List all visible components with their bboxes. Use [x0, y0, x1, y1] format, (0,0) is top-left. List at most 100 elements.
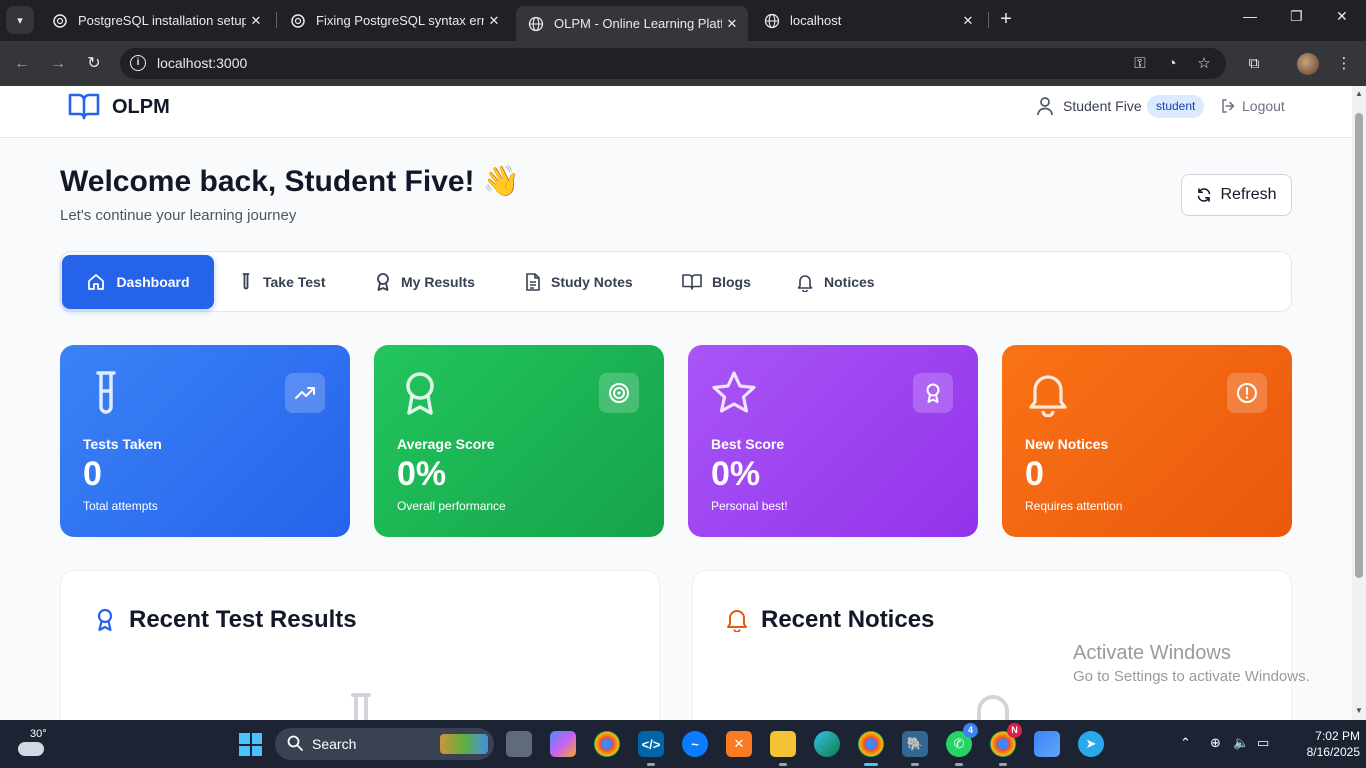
close-icon[interactable]: ✕ [246, 13, 266, 29]
tab-label: Blogs [712, 274, 751, 290]
globe-icon [764, 13, 780, 28]
copilot-icon[interactable] [550, 731, 576, 757]
vscode-icon[interactable]: </> [638, 731, 664, 766]
page-scrollbar[interactable]: ▲ ▼ [1352, 86, 1366, 720]
target-icon [609, 383, 629, 403]
tab-label: Take Test [263, 274, 326, 290]
refresh-icon [1198, 188, 1211, 202]
photos-icon[interactable] [1034, 731, 1060, 757]
menu-dots-icon[interactable]: ⋮ [1333, 53, 1355, 75]
tab-take-test[interactable]: Take Test [225, 255, 340, 309]
book-open-icon [682, 274, 702, 290]
restore-icon[interactable]: ❐ [1290, 8, 1303, 25]
xampp-icon[interactable]: ✕ [726, 731, 752, 757]
extensions-icon[interactable]: ⧉ [1243, 53, 1265, 75]
logout-icon [1222, 99, 1235, 113]
minimize-icon[interactable]: — [1243, 8, 1257, 24]
messenger-icon[interactable]: ~ [682, 731, 708, 757]
task-view-icon[interactable] [506, 731, 532, 757]
bookmark-star-icon[interactable]: ☆ [1193, 53, 1215, 75]
watermark-line: Go to Settings to activate Windows. [1073, 668, 1310, 685]
test-tube-icon [351, 693, 371, 720]
tab-title: Fixing PostgreSQL syntax error [316, 13, 484, 28]
award-icon [97, 608, 113, 632]
page-viewport: OLPM Student Five student Logout Welcome… [0, 86, 1352, 720]
watermark-line: Activate Windows [1073, 642, 1231, 664]
system-clock[interactable]: 7:02 PM 8/16/2025 [1290, 728, 1360, 760]
volume-icon[interactable]: 🔈 [1233, 735, 1249, 751]
pgadmin-icon[interactable]: 🐘 [902, 731, 928, 766]
browser-tab[interactable]: Fixing PostgreSQL syntax error ✕ [278, 6, 510, 35]
chatgpt-icon [53, 13, 67, 28]
browser-tab[interactable]: localhost ✕ [752, 6, 984, 35]
stat-card-best-score: Best Score 0% Personal best! [688, 345, 978, 537]
alert-circle-icon [1237, 383, 1257, 403]
stat-label: Tests Taken [83, 436, 162, 452]
tab-study-notes[interactable]: Study Notes [511, 255, 647, 309]
windows-taskbar: 30° Search </> ~ ✕ 🐘 ✆ 4 N ➤ ⌃ ⊕ 🔈 ▭ 7:02… [0, 720, 1366, 768]
alert-badge [1227, 373, 1267, 413]
whatsapp-icon[interactable]: ✆ 4 [946, 723, 978, 766]
tab-my-results[interactable]: My Results [361, 255, 489, 309]
award-icon [377, 273, 389, 291]
tab-dashboard[interactable]: Dashboard [62, 255, 214, 309]
close-icon[interactable]: ✕ [484, 13, 504, 29]
close-icon[interactable]: ✕ [722, 16, 742, 32]
battery-icon[interactable]: ▭ [1257, 735, 1269, 751]
browser-toolbar: ← → ↻ i localhost:3000 ⚿ ◔ ☆ ⧉ ⋮ [0, 41, 1366, 86]
clock-date: 8/16/2025 [1306, 745, 1360, 759]
tab-blogs[interactable]: Blogs [668, 255, 765, 309]
chrome-profile-icon[interactable]: N [990, 723, 1022, 766]
stat-card-new-notices: New Notices 0 Requires attention [1002, 345, 1292, 537]
stat-caption: Requires attention [1025, 499, 1123, 513]
panel-title: Recent Test Results [129, 606, 357, 633]
performance-icon[interactable]: ◔ [1161, 53, 1183, 75]
reload-icon[interactable]: ↻ [82, 52, 106, 76]
notification-badge: 4 [963, 723, 978, 738]
new-tab-button[interactable]: + [994, 8, 1018, 32]
tray-overflow-icon[interactable]: ⌃ [1180, 735, 1191, 751]
profile-avatar[interactable] [1297, 53, 1319, 75]
tab-title: PostgreSQL installation setup [78, 13, 246, 28]
back-icon[interactable]: ← [10, 52, 34, 76]
clock-time: 7:02 PM [1315, 729, 1360, 743]
edge-icon[interactable] [814, 731, 840, 757]
file-explorer-icon[interactable] [770, 731, 796, 766]
target-badge [599, 373, 639, 413]
scroll-down-icon[interactable]: ▼ [1354, 706, 1364, 715]
star-icon [712, 371, 756, 413]
weather-widget[interactable]: 30° [16, 728, 50, 760]
windows-start-icon[interactable] [239, 733, 262, 756]
browser-tab[interactable]: PostgreSQL installation setup ✕ [40, 6, 272, 35]
tab-divider [988, 12, 989, 28]
app-header: OLPM Student Five student Logout [0, 86, 1352, 138]
logout-button[interactable]: Logout [1220, 98, 1285, 114]
window-close-icon[interactable]: ✕ [1336, 8, 1348, 25]
user-icon [1037, 97, 1053, 116]
scroll-up-icon[interactable]: ▲ [1354, 89, 1364, 98]
bell-icon [727, 610, 747, 632]
close-icon[interactable]: ✕ [958, 13, 978, 29]
browser-tab-active[interactable]: OLPM - Online Learning Platform ✕ [516, 6, 748, 41]
role-badge: student [1147, 95, 1205, 118]
tab-search-button[interactable]: ▾ [6, 6, 34, 34]
scrollbar-thumb[interactable] [1355, 113, 1363, 578]
test-tube-icon [242, 273, 250, 290]
logout-label: Logout [1242, 98, 1285, 114]
language-icon[interactable]: ⊕ [1210, 735, 1221, 751]
chrome-icon[interactable] [594, 731, 620, 757]
taskbar-search[interactable]: Search [275, 728, 494, 760]
telegram-icon[interactable]: ➤ [1078, 731, 1104, 757]
forward-icon[interactable]: → [46, 52, 70, 76]
file-text-icon [526, 273, 540, 291]
site-info-icon[interactable]: i [130, 55, 146, 71]
chrome-active-icon[interactable] [858, 731, 884, 766]
address-bar[interactable]: i localhost:3000 [120, 48, 1226, 79]
search-highlight-image [440, 734, 488, 754]
tab-notices[interactable]: Notices [782, 255, 889, 309]
refresh-button[interactable]: Refresh [1181, 174, 1292, 216]
stat-value: 0% [711, 455, 761, 493]
stat-card-average-score: Average Score 0% Overall performance [374, 345, 664, 537]
password-key-icon[interactable]: ⚿ [1129, 53, 1151, 75]
test-tube-icon [96, 371, 116, 414]
